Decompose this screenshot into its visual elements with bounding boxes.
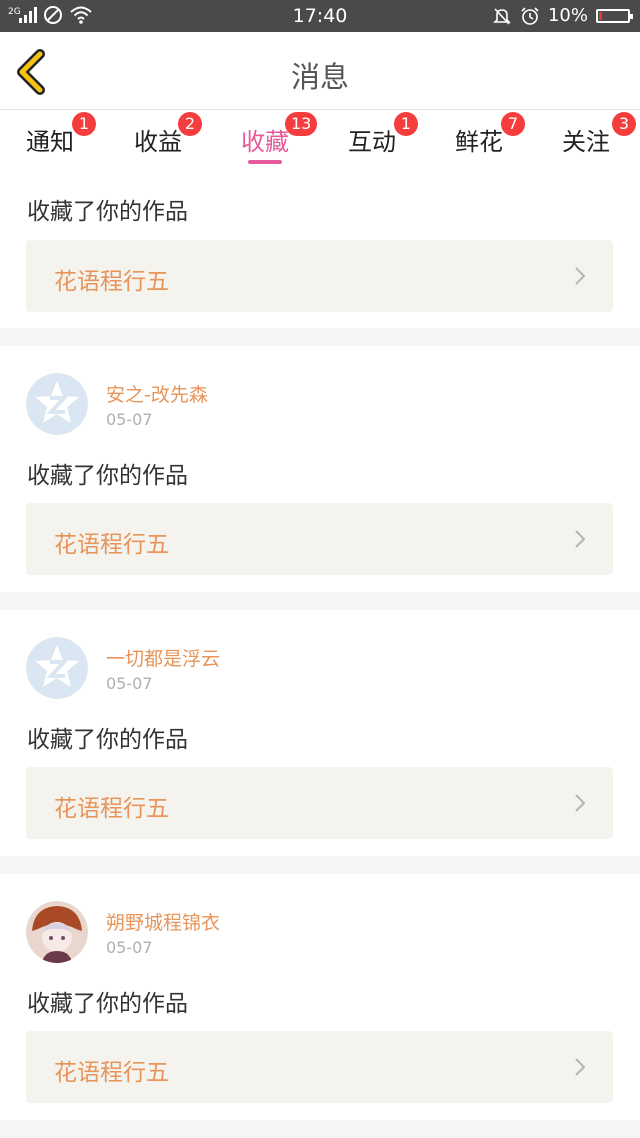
- message-card: 收藏了你的作品 花语程行五: [0, 172, 640, 328]
- tab-bar: 通知 1 收益 2 收藏 13 互动 1 鲜花 7 关注 3: [0, 110, 640, 172]
- work-link[interactable]: 花语程行五: [26, 1031, 613, 1103]
- work-title: 花语程行五: [54, 1060, 169, 1086]
- badge-count: 2: [178, 112, 202, 136]
- tab-earnings[interactable]: 收益 2: [134, 112, 202, 157]
- user-avatar[interactable]: [26, 901, 88, 963]
- default-avatar-icon[interactable]: [26, 373, 88, 435]
- message-action: 收藏了你的作品: [27, 727, 188, 753]
- tab-flowers[interactable]: 鲜花 7: [455, 112, 525, 157]
- battery-percent: 10%: [547, 5, 588, 26]
- message-action: 收藏了你的作品: [27, 463, 188, 489]
- username[interactable]: 一切都是浮云: [106, 644, 220, 671]
- badge-count: 7: [501, 112, 525, 136]
- tab-label: 收藏: [241, 128, 289, 156]
- message-date: 05-07: [106, 674, 153, 693]
- battery-icon: [596, 8, 633, 23]
- status-bar: 2G 17:40 10%: [0, 0, 640, 32]
- tab-notice[interactable]: 通知 1: [26, 112, 96, 157]
- message-card: 朔野城程锦衣 05-07 收藏了你的作品 花语程行五: [0, 874, 640, 1120]
- badge-count: 1: [72, 112, 96, 136]
- chevron-right-icon: [575, 1058, 586, 1076]
- work-link[interactable]: 花语程行五: [26, 240, 613, 312]
- message-action: 收藏了你的作品: [27, 199, 188, 225]
- work-link[interactable]: 花语程行五: [26, 767, 613, 839]
- mute-bell-icon: [493, 7, 511, 25]
- status-right: 10%: [492, 5, 633, 26]
- badge-count: 13: [285, 112, 318, 136]
- tab-label: 互动: [348, 128, 396, 156]
- badge-count: 1: [394, 112, 418, 136]
- message-action: 收藏了你的作品: [27, 991, 188, 1017]
- chevron-right-icon: [575, 794, 586, 812]
- badge-count: 3: [612, 112, 636, 136]
- message-card: 一切都是浮云 05-07 收藏了你的作品 花语程行五: [0, 610, 640, 856]
- alarm-icon: [521, 6, 539, 25]
- work-title: 花语程行五: [54, 796, 169, 822]
- username[interactable]: 朔野城程锦衣: [106, 908, 220, 935]
- message-date: 05-07: [106, 410, 153, 429]
- header: 消息: [0, 32, 640, 110]
- work-title: 花语程行五: [54, 532, 169, 558]
- tab-follow[interactable]: 关注 3: [562, 112, 636, 157]
- message-date: 05-07: [106, 938, 153, 957]
- tab-label: 收益: [134, 128, 182, 156]
- tab-label: 鲜花: [455, 128, 503, 156]
- default-avatar-icon[interactable]: [26, 637, 88, 699]
- tab-interactions[interactable]: 互动 1: [348, 112, 418, 157]
- message-card: 安之-改先森 05-07 收藏了你的作品 花语程行五: [0, 346, 640, 592]
- username[interactable]: 安之-改先森: [106, 380, 208, 407]
- work-title: 花语程行五: [54, 269, 169, 295]
- chevron-right-icon: [575, 267, 586, 285]
- tab-label: 关注: [562, 128, 610, 156]
- work-link[interactable]: 花语程行五: [26, 503, 613, 575]
- chevron-right-icon: [575, 530, 586, 548]
- active-tab-indicator: [248, 160, 282, 164]
- tab-label: 通知: [26, 128, 74, 156]
- tab-favorites[interactable]: 收藏 13: [241, 112, 318, 157]
- page-title: 消息: [290, 60, 349, 94]
